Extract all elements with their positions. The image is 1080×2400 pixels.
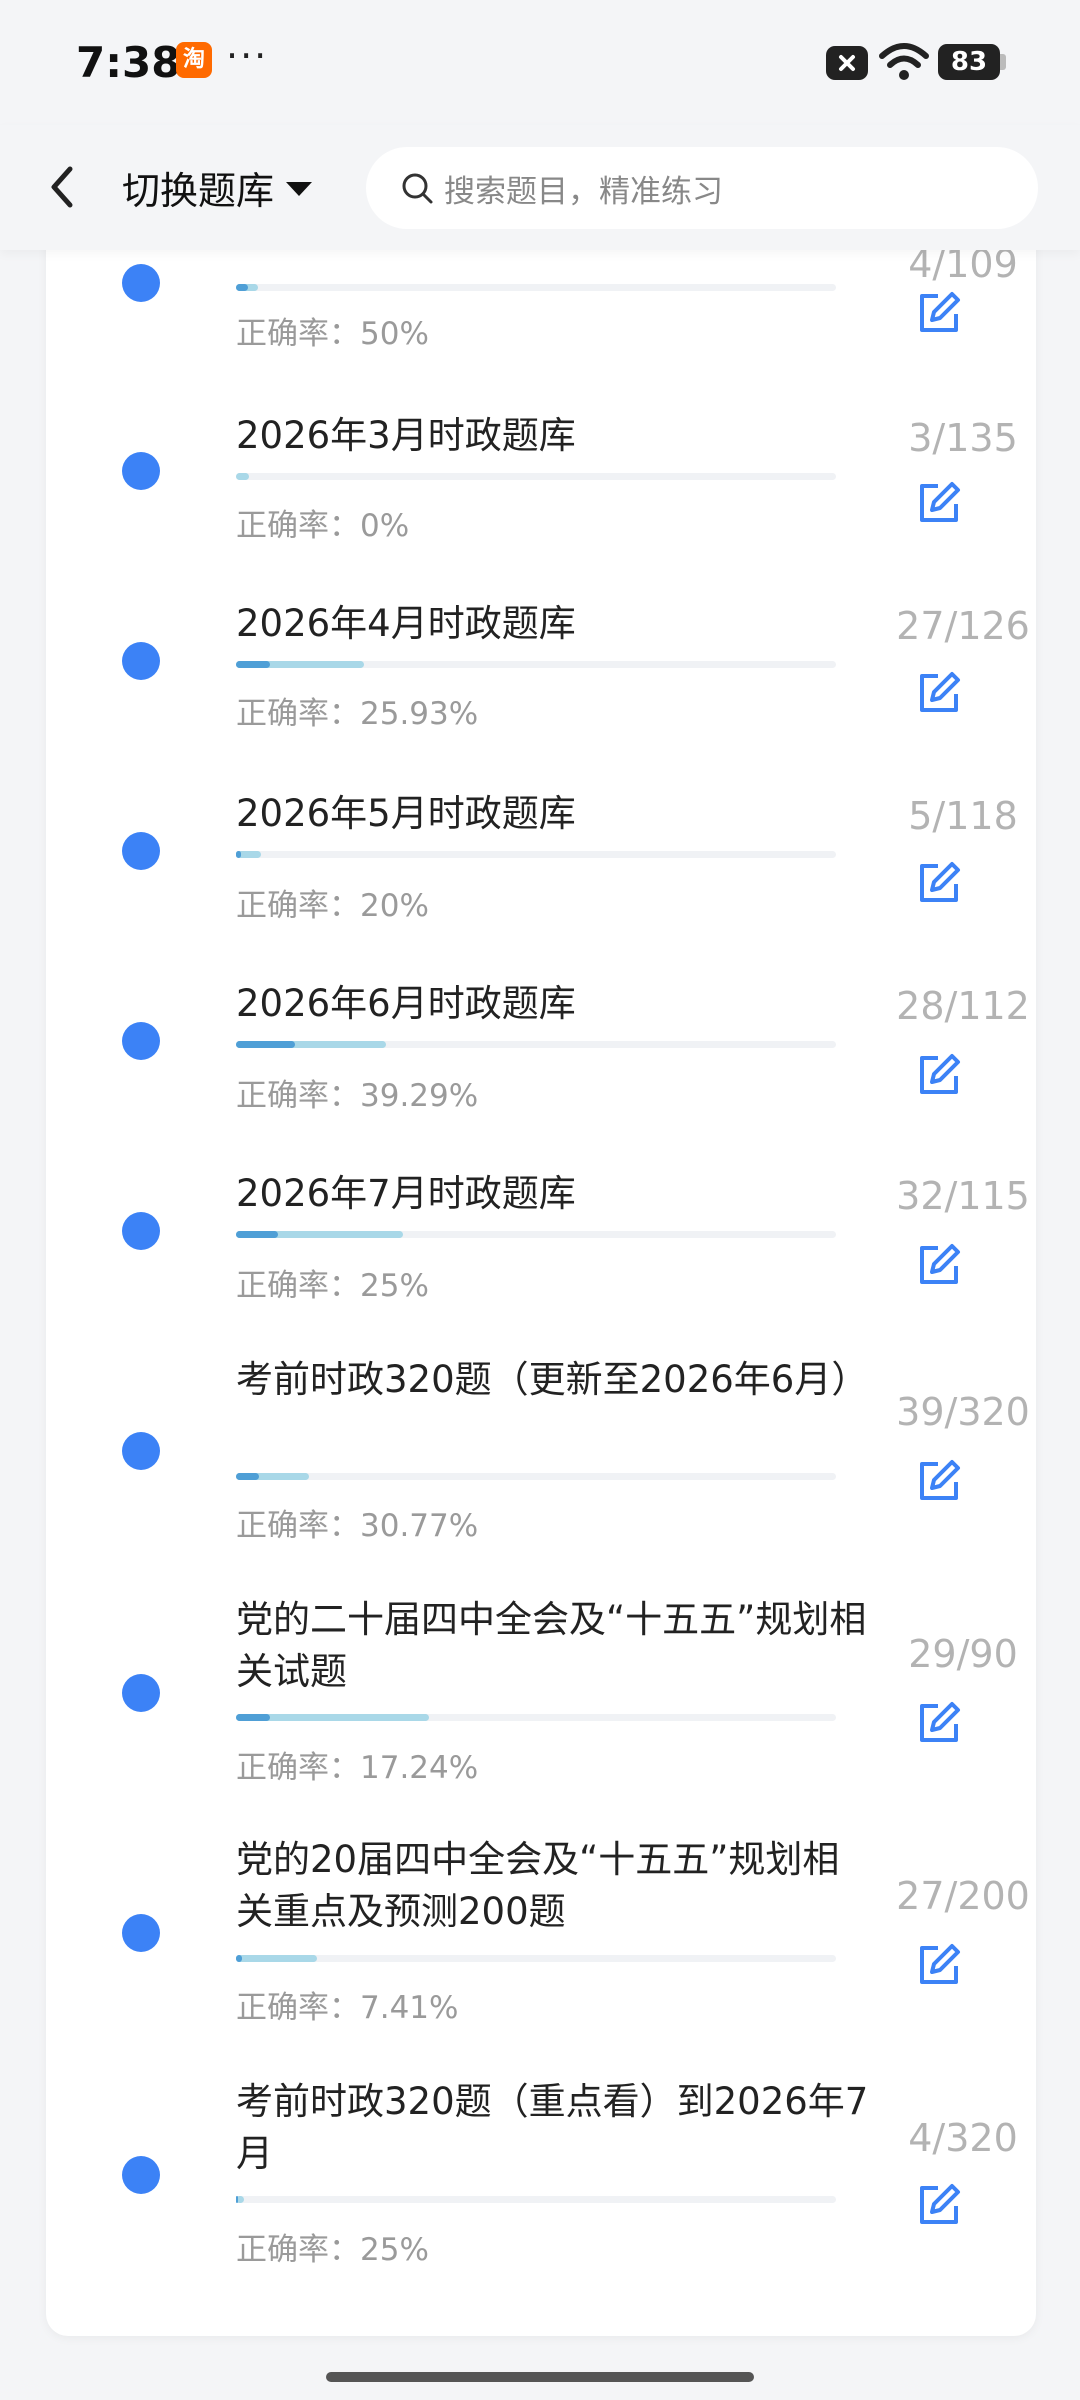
battery-icon: 83 <box>938 44 1000 80</box>
edit-icon[interactable] <box>914 1456 964 1506</box>
edit-icon[interactable] <box>914 668 964 718</box>
correct-fill <box>236 2196 238 2203</box>
progress-bar <box>236 284 836 291</box>
accuracy-text: 正确率：0% <box>236 508 410 544</box>
switch-library-dropdown[interactable]: 切换题库 <box>122 159 313 215</box>
accuracy-text: 正确率：7.41% <box>236 1990 459 2026</box>
accuracy-text: 正确率：25% <box>236 1268 429 1304</box>
accuracy-text: 正确率：17.24% <box>236 1750 479 1786</box>
correct-fill <box>236 284 248 291</box>
progress-bar <box>236 1473 836 1480</box>
correct-fill <box>236 661 270 668</box>
no-sim-icon <box>826 46 868 80</box>
progress-count: 27/126 <box>896 604 1030 648</box>
accuracy-text: 正确率：30.77% <box>236 1508 479 1544</box>
correct-fill <box>236 1231 278 1238</box>
edit-icon[interactable] <box>914 1050 964 1100</box>
more-notifications-icon: ··· <box>226 34 269 78</box>
switch-library-label: 切换题库 <box>122 168 275 213</box>
correct-fill <box>236 851 241 858</box>
progress-bar <box>236 1714 836 1721</box>
wifi-icon <box>879 43 929 80</box>
top-bar: 切换题库 搜索题目，精准练习 <box>0 125 1080 250</box>
progress-bar <box>236 1041 836 1048</box>
item-title: 2026年4月时政题库 <box>236 602 576 645</box>
bullet-dot <box>122 2156 160 2194</box>
item-title: 考前时政320题（更新至2026年6月） <box>236 1358 869 1401</box>
bullet-dot <box>122 452 160 490</box>
bullet-dot <box>122 1212 160 1250</box>
battery-tip <box>1000 54 1006 70</box>
correct-fill <box>236 1473 259 1480</box>
progress-bar <box>236 2196 836 2203</box>
item-title: 党的二十届四中全会及“十五五”规划相关试题 <box>236 1598 867 1693</box>
bullet-dot <box>122 832 160 870</box>
accuracy-text: 正确率：25% <box>236 2232 429 2268</box>
back-button[interactable] <box>36 155 92 219</box>
progress-bar <box>236 661 836 668</box>
progress-count: 27/200 <box>896 1874 1030 1918</box>
item-title: 党的20届四中全会及“十五五”规划相关重点及预测200题 <box>236 1838 840 1933</box>
progress-count: 28/112 <box>896 984 1030 1028</box>
edit-icon[interactable] <box>914 1698 964 1748</box>
edit-icon[interactable] <box>914 2180 964 2230</box>
bullet-dot <box>122 1914 160 1952</box>
item-title: 2026年7月时政题库 <box>236 1172 576 1215</box>
search-input[interactable]: 搜索题目，精准练习 <box>366 147 1038 229</box>
item-title: 2026年5月时政题库 <box>236 792 576 835</box>
item-title: 2026年3月时政题库 <box>236 414 576 457</box>
progress-bar <box>236 1955 836 1962</box>
edit-icon[interactable] <box>914 1240 964 1290</box>
progress-count: 29/90 <box>908 1632 1018 1676</box>
edit-icon[interactable] <box>914 478 964 528</box>
edit-icon[interactable] <box>914 858 964 908</box>
progress-count: 39/320 <box>896 1390 1030 1434</box>
question-bank-list: 2026年2月时政题库正确率：50%4/1092026年3月时政题库正确率：0%… <box>46 150 1036 2336</box>
edit-icon[interactable] <box>914 288 964 338</box>
progress-count: 3/135 <box>908 416 1018 460</box>
correct-fill <box>236 1955 242 1962</box>
status-time: 7:38 <box>76 38 181 87</box>
item-title: 考前时政320题（重点看）到2026年7月 <box>236 2080 869 2175</box>
progress-fill <box>236 473 249 480</box>
correct-fill <box>236 1714 270 1721</box>
accuracy-text: 正确率：20% <box>236 888 429 924</box>
bullet-dot <box>122 1432 160 1470</box>
progress-count: 4/320 <box>908 2116 1018 2160</box>
item-title: 2026年6月时政题库 <box>236 982 576 1025</box>
accuracy-text: 正确率：50% <box>236 316 429 352</box>
accuracy-text: 正确率：39.29% <box>236 1078 479 1114</box>
progress-bar <box>236 473 836 480</box>
caret-down-icon <box>286 182 313 196</box>
progress-bar <box>236 1231 836 1238</box>
correct-fill <box>236 1041 295 1048</box>
bullet-dot <box>122 264 160 302</box>
status-bar: 7:38 淘 ··· 83 <box>0 0 1080 125</box>
taobao-notification-icon: 淘 <box>176 42 212 78</box>
bullet-dot <box>122 1022 160 1060</box>
progress-bar <box>236 851 836 858</box>
accuracy-text: 正确率：25.93% <box>236 696 479 732</box>
search-placeholder: 搜索题目，精准练习 <box>444 173 723 210</box>
progress-count: 32/115 <box>896 1174 1030 1218</box>
progress-fill <box>236 1955 317 1962</box>
search-icon <box>402 173 433 204</box>
bullet-dot <box>122 642 160 680</box>
home-indicator[interactable] <box>326 2372 754 2382</box>
edit-icon[interactable] <box>914 1940 964 1990</box>
bullet-dot <box>122 1674 160 1712</box>
progress-count: 5/118 <box>908 794 1018 838</box>
